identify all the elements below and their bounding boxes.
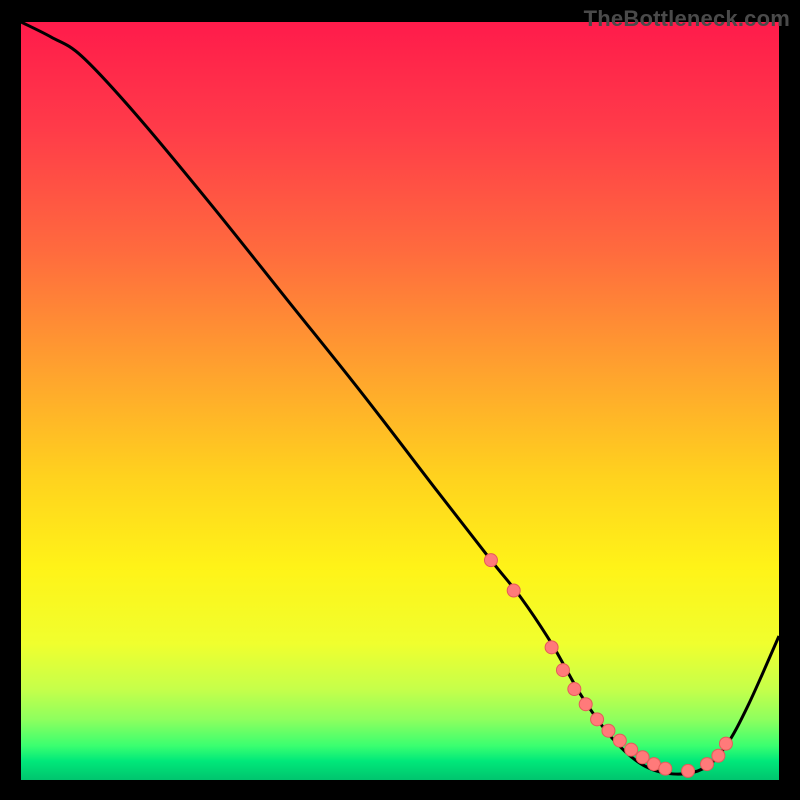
curve-dot: [719, 737, 732, 750]
curve-dot: [556, 664, 569, 677]
curve-dot: [682, 764, 695, 777]
curve-dot: [591, 713, 604, 726]
curve-dot: [659, 762, 672, 775]
curve-dot: [700, 758, 713, 771]
chart-svg: [21, 22, 779, 780]
curve-dot: [579, 698, 592, 711]
curve-dot: [568, 683, 581, 696]
watermark-text: TheBottleneck.com: [584, 6, 790, 32]
curve-dot: [636, 751, 649, 764]
curve-dot: [613, 734, 626, 747]
curve-dot: [625, 743, 638, 756]
gradient-background: [21, 22, 779, 780]
chart-frame: TheBottleneck.com: [0, 0, 800, 800]
curve-dot: [484, 554, 497, 567]
curve-dot: [507, 584, 520, 597]
plot-area: [21, 22, 779, 780]
curve-dot: [602, 724, 615, 737]
curve-dot: [545, 641, 558, 654]
curve-dot: [712, 749, 725, 762]
